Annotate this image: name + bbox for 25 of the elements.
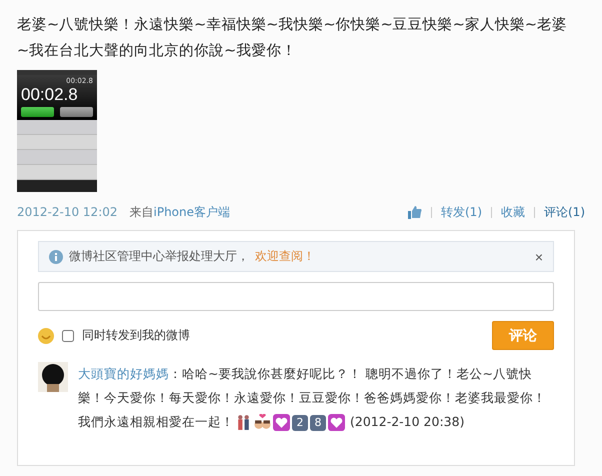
notice-text: 微博社区管理中心举报处理大厅， — [69, 248, 249, 265]
couple-icon — [235, 414, 252, 432]
repost-checkbox[interactable] — [62, 330, 74, 342]
action-link[interactable]: 收藏 — [501, 204, 525, 220]
comment-button[interactable]: 评论 — [492, 321, 554, 350]
close-button[interactable]: × — [534, 248, 543, 264]
stopwatch-time: 00:02.8 — [21, 85, 79, 105]
avatar-icon[interactable] — [38, 362, 68, 392]
source-link[interactable]: iPhone客户端 — [154, 204, 230, 220]
keycap-emoji: 2 — [292, 414, 308, 431]
thumbs-up-icon[interactable] — [408, 205, 422, 219]
author-link[interactable]: 大頭寶的好媽媽 — [78, 366, 169, 381]
smiley-icon[interactable] — [38, 328, 54, 344]
keycap-emoji: 8 — [310, 414, 326, 431]
source-label: 来自 — [130, 204, 154, 220]
action-link[interactable]: 转发(1) — [441, 204, 482, 220]
post-text: 老婆~八號快樂！永遠快樂~幸福快樂~我快樂~你快樂~豆豆快樂~家人快樂~老婆~我在台北大聲的向北京的你說~我愛你！ — [17, 16, 568, 61]
post-time[interactable]: 2012-2-10 12:02 — [17, 205, 118, 219]
comment-time: (2012-2-10 20:38) — [350, 414, 464, 429]
info-icon — [49, 250, 63, 264]
comment-input[interactable] — [38, 282, 554, 311]
notice-link[interactable]: 欢迎查阅！ — [255, 248, 315, 265]
kissing-couple-icon — [254, 414, 271, 432]
action-link[interactable]: 评论(1) — [544, 204, 585, 220]
repost-label: 同时转发到我的微博 — [82, 327, 190, 344]
